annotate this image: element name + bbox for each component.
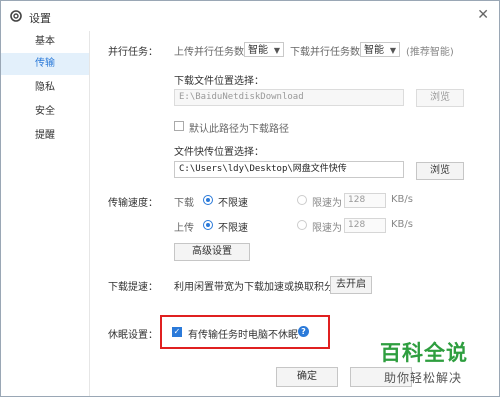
help-icon[interactable]: ?	[298, 326, 309, 337]
download-limit-label: 限速为	[312, 198, 342, 209]
download-limit-radio[interactable]	[297, 195, 307, 205]
watermark-slogan: 助你轻松解决	[384, 371, 463, 385]
upload-limit-input[interactable]: 128	[344, 218, 386, 233]
download-parallel-label: 下载并行任务数	[290, 47, 360, 58]
upload-unlimited-radio[interactable]	[203, 220, 213, 230]
upload-limit-unit: KB/s	[391, 219, 413, 230]
upload-parallel-value: 智能	[248, 45, 268, 56]
upload-unlimited-label: 不限速	[218, 223, 248, 234]
close-icon[interactable]: ✕	[477, 7, 489, 23]
upload-parallel-label: 上传并行任务数	[174, 47, 244, 58]
download-location-label: 下载文件位置选择：	[174, 76, 264, 87]
upload-parallel-select[interactable]: 智能 ▼	[244, 42, 284, 57]
advanced-settings-button[interactable]: 高级设置	[174, 243, 250, 261]
sidebar: 基本 传输 隐私 安全 提醒	[1, 31, 90, 396]
window-title: 设置	[29, 12, 51, 25]
sleep-checkbox-label: 有传输任务时电脑不休眠	[188, 330, 298, 341]
gear-icon	[10, 10, 22, 22]
title-bar: 设置 ✕	[1, 1, 499, 31]
express-path-field[interactable]: C:\Users\ldy\Desktop\网盘文件快传	[174, 161, 404, 178]
download-browse-button[interactable]: 浏览	[416, 89, 464, 107]
download-limit-unit: KB/s	[391, 194, 413, 205]
enable-boost-button[interactable]: 去开启	[330, 276, 372, 294]
download-unlimited-radio[interactable]	[203, 195, 213, 205]
chevron-down-icon: ▼	[389, 46, 396, 55]
sidebar-item-transfer[interactable]: 传输	[1, 53, 89, 75]
download-limit-input[interactable]: 128	[344, 193, 386, 208]
sleep-label: 休眠设置：	[108, 330, 158, 341]
default-path-label: 默认此路径为下载路径	[189, 124, 289, 135]
sidebar-item-privacy[interactable]: 隐私	[1, 77, 89, 99]
express-location-label: 文件快传位置选择：	[174, 147, 264, 158]
download-unlimited-label: 不限速	[218, 198, 248, 209]
sidebar-item-security[interactable]: 安全	[1, 101, 89, 123]
parallel-label: 并行任务：	[108, 47, 158, 58]
speed-label: 传输速度：	[108, 198, 158, 209]
ok-button[interactable]: 确定	[276, 367, 338, 387]
express-browse-button[interactable]: 浏览	[416, 162, 464, 180]
upload-limit-label: 限速为	[312, 223, 342, 234]
upload-speed-label: 上传	[174, 223, 194, 234]
sidebar-item-reminder[interactable]: 提醒	[1, 125, 89, 147]
download-parallel-value: 智能	[364, 45, 384, 56]
boost-text: 利用闲置带宽为下载加速或换取积分	[174, 282, 334, 293]
watermark-logo: 百科全说	[380, 341, 468, 365]
sidebar-item-basic[interactable]: 基本	[1, 31, 89, 53]
download-parallel-select[interactable]: 智能 ▼	[360, 42, 400, 57]
default-path-checkbox[interactable]	[174, 121, 184, 131]
download-path-field[interactable]: E:\BaiduNetdiskDownload	[174, 89, 404, 106]
download-speed-label: 下载	[174, 198, 194, 209]
chevron-down-icon: ▼	[273, 46, 280, 55]
sleep-checkbox[interactable]: ✓	[172, 327, 182, 337]
parallel-hint: (推荐智能)	[406, 47, 454, 58]
boost-label: 下载提速：	[108, 282, 158, 293]
upload-limit-radio[interactable]	[297, 220, 307, 230]
